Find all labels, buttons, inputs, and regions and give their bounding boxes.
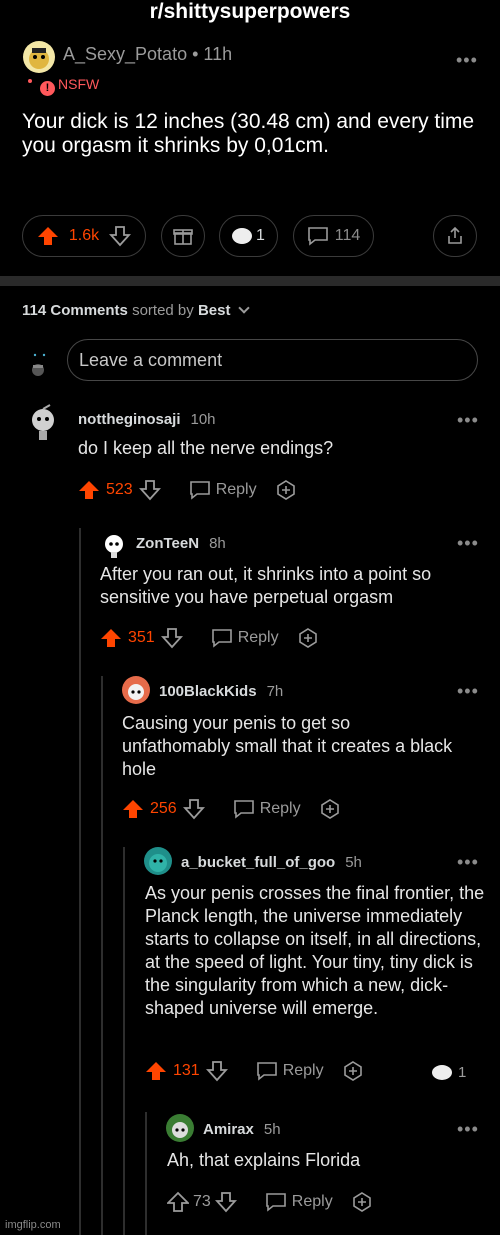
comment-actions: 73 Reply xyxy=(167,1191,373,1213)
award-emoji-icon xyxy=(432,1065,452,1080)
downvote-icon[interactable] xyxy=(138,479,161,501)
nsfw-dot xyxy=(28,79,32,83)
downvote-icon[interactable] xyxy=(214,1191,237,1213)
thread-line[interactable] xyxy=(79,528,81,1235)
comment-score: 256 xyxy=(150,800,177,817)
post-author-avatar[interactable] xyxy=(22,40,56,74)
gift-icon xyxy=(173,229,193,245)
award-plus-icon[interactable] xyxy=(351,1191,373,1213)
comment-more-icon[interactable]: ••• xyxy=(457,410,479,431)
upvote-icon[interactable] xyxy=(145,1060,167,1082)
comment-author[interactable]: nottheginosaji 10h xyxy=(78,411,216,428)
comment-author[interactable]: 100BlackKids 7h xyxy=(159,683,283,700)
comment-text: do I keep all the nerve endings? xyxy=(78,438,334,458)
post-upvote-count: 1.6k xyxy=(68,227,100,244)
comment-avatar[interactable] xyxy=(166,1114,194,1142)
nsfw-icon: ! xyxy=(40,81,55,96)
comment-text: After you ran out, it shrinks into a poi… xyxy=(100,564,432,607)
downvote-icon[interactable] xyxy=(182,798,205,820)
comment-avatar[interactable] xyxy=(122,676,150,704)
upvote-icon[interactable] xyxy=(167,1191,189,1213)
comment-actions: 351 Reply xyxy=(100,627,319,649)
upvote-icon[interactable] xyxy=(100,627,122,649)
comment-score: 73 xyxy=(193,1193,211,1210)
reply-button[interactable]: Reply xyxy=(265,1192,333,1212)
post-vote-pill: 1.6k xyxy=(22,215,146,257)
comment-text: Ah, that explains Florida xyxy=(167,1150,361,1170)
post-award-count: 1 xyxy=(256,227,265,244)
comment-score: 351 xyxy=(128,629,155,646)
thread-line[interactable] xyxy=(101,676,103,1235)
comment-avatar[interactable] xyxy=(28,402,58,442)
post-meta: A_Sexy_Potato • 11h xyxy=(63,44,233,64)
chevron-down-icon[interactable] xyxy=(237,302,250,314)
subreddit-title[interactable]: r/shittysuperpowers xyxy=(0,0,500,24)
comment-text: Causing your penis to get so unfathomabl… xyxy=(122,713,453,779)
award-plus-icon[interactable] xyxy=(275,479,297,501)
post-title[interactable]: Your dick is 12 inches (30.48 cm) and ev… xyxy=(22,110,482,158)
reply-button[interactable]: Reply xyxy=(256,1061,324,1081)
comment-more-icon[interactable]: ••• xyxy=(457,681,479,702)
award-plus-icon[interactable] xyxy=(297,627,319,649)
sort-selector[interactable]: Best xyxy=(198,302,231,319)
section-divider xyxy=(0,276,500,286)
award-button[interactable] xyxy=(161,215,205,257)
reply-icon xyxy=(233,800,254,819)
awards-pill[interactable]: 1 xyxy=(219,215,278,257)
comment-avatar[interactable] xyxy=(102,530,126,558)
comment-avatar[interactable] xyxy=(144,847,172,875)
post-more-icon[interactable]: ••• xyxy=(456,50,478,71)
post-age: 11h xyxy=(203,44,233,64)
comment-actions: 256 Reply xyxy=(122,798,341,820)
upvote-icon[interactable] xyxy=(37,225,59,247)
share-icon xyxy=(448,226,462,244)
thread-line[interactable] xyxy=(123,847,125,1235)
comments-button[interactable]: 114 xyxy=(293,215,374,257)
leave-comment-input[interactable]: Leave a comment xyxy=(67,339,478,381)
comment-author[interactable]: Amirax 5h xyxy=(203,1121,281,1138)
comment-actions: 523 Reply xyxy=(78,479,297,501)
comment-actions: 131 Reply xyxy=(145,1060,364,1082)
award-plus-icon[interactable] xyxy=(319,798,341,820)
reply-icon xyxy=(211,629,232,648)
comment-more-icon[interactable]: ••• xyxy=(457,533,479,554)
reply-button[interactable]: Reply xyxy=(189,480,257,500)
reply-button[interactable]: Reply xyxy=(211,628,279,648)
comment-text: As your penis crosses the final frontier… xyxy=(145,883,485,1018)
user-avatar xyxy=(26,350,50,378)
nsfw-badge: ! NSFW xyxy=(40,76,99,96)
downvote-icon[interactable] xyxy=(109,225,132,247)
reply-button[interactable]: Reply xyxy=(233,799,301,819)
reply-icon xyxy=(256,1062,277,1081)
thread-line[interactable] xyxy=(145,1112,147,1235)
downvote-icon[interactable] xyxy=(205,1060,228,1082)
comment-author[interactable]: ZonTeeN 8h xyxy=(136,535,226,552)
reply-icon xyxy=(189,481,210,500)
comment-score: 131 xyxy=(173,1062,200,1079)
comment-author[interactable]: a_bucket_full_of_goo 5h xyxy=(181,854,362,871)
comment-score: 523 xyxy=(106,481,133,498)
award-plus-icon[interactable] xyxy=(342,1060,364,1082)
comment-more-icon[interactable]: ••• xyxy=(457,852,479,873)
comment-more-icon[interactable]: ••• xyxy=(457,1119,479,1140)
downvote-icon[interactable] xyxy=(160,627,183,649)
reply-icon xyxy=(265,1193,286,1212)
share-button[interactable] xyxy=(433,215,477,257)
comment-icon xyxy=(307,227,328,246)
post-comment-count: 114 xyxy=(334,227,361,244)
upvote-icon[interactable] xyxy=(78,479,100,501)
comments-sort-bar[interactable]: 114 Comments sorted by Best xyxy=(22,302,250,319)
award-emoji-icon xyxy=(232,228,253,244)
comment-award[interactable]: 1 xyxy=(432,1064,466,1081)
post-author-name[interactable]: A_Sexy_Potato xyxy=(63,44,187,64)
upvote-icon[interactable] xyxy=(122,798,144,820)
watermark: imgflip.com xyxy=(5,1219,61,1231)
